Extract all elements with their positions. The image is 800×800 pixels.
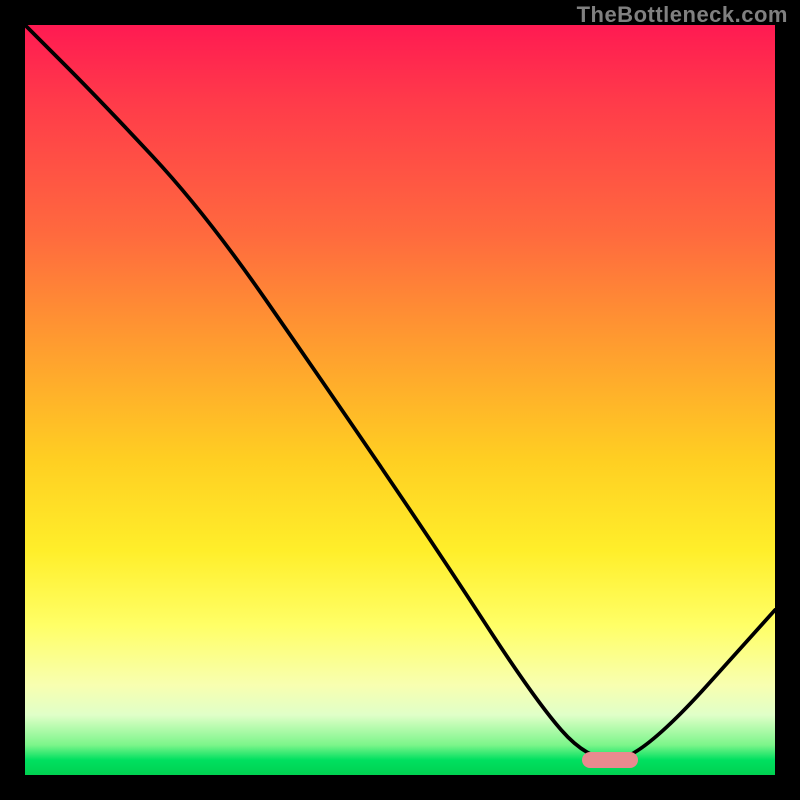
chart-frame: TheBottleneck.com bbox=[0, 0, 800, 800]
bottleneck-curve bbox=[25, 25, 775, 775]
watermark-text: TheBottleneck.com bbox=[577, 2, 788, 28]
curve-path bbox=[25, 25, 775, 760]
optimal-marker bbox=[582, 752, 638, 768]
plot-area bbox=[25, 25, 775, 775]
